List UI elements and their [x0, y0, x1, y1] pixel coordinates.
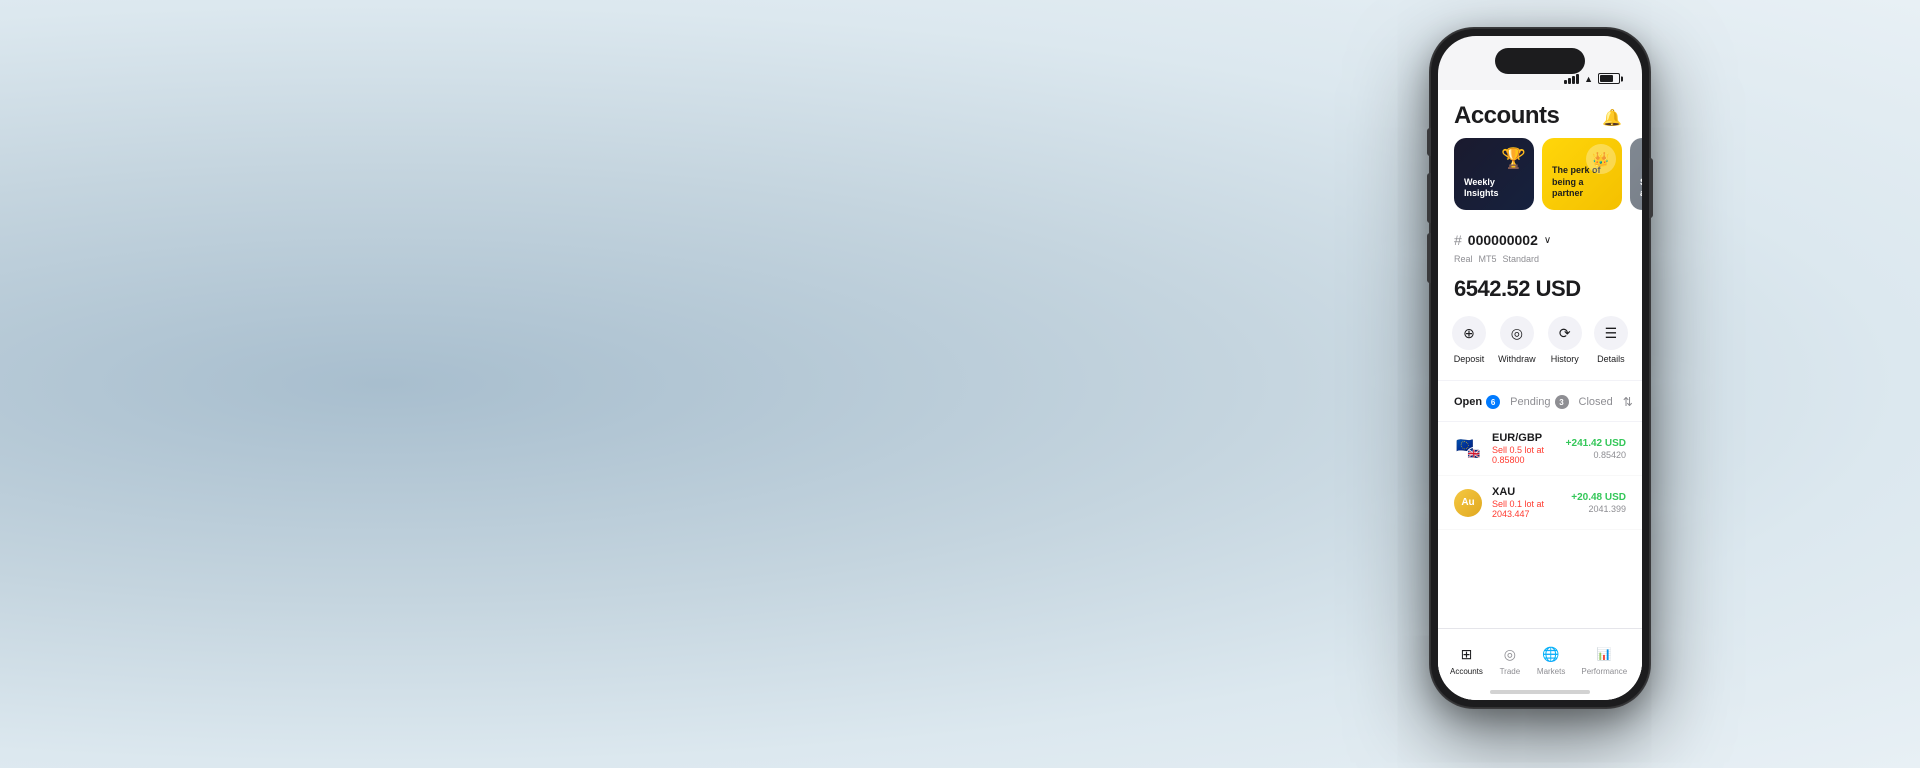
history-button[interactable]: ⟳ History: [1548, 316, 1582, 364]
trade-values-eurgbp: +241.42 USD 0.85420: [1566, 438, 1626, 460]
phone-screen: ▲ 🔔 Accounts: [1438, 36, 1642, 700]
history-icon: ⟳: [1548, 316, 1582, 350]
history-label: History: [1551, 354, 1579, 364]
mute-button: [1427, 128, 1431, 156]
promo-card-weekly[interactable]: 🏆 WeeklyInsights: [1454, 138, 1534, 210]
action-buttons-row: ⊕ Deposit ◎ Withdraw ⟳ History ☰: [1438, 316, 1642, 381]
trade-item-eurgbp[interactable]: 🇪🇺 🇬🇧 EUR/GBP Sell 0.5 lot at 0.85800 +2…: [1438, 422, 1642, 476]
trade-item-xau[interactable]: Au XAU Sell 0.1 lot at 2043.447 +20.48 U…: [1438, 476, 1642, 530]
nav-profile[interactable]: 👤 Profile: [1635, 639, 1642, 680]
trade-values-xau: +20.48 USD 2041.399: [1571, 492, 1626, 514]
trade-info-eurgbp: EUR/GBP Sell 0.5 lot at 0.85800: [1492, 432, 1556, 465]
accounts-nav-icon: ⊞: [1455, 643, 1477, 665]
balance-display: 6542.52 USD: [1438, 272, 1642, 316]
app-content: 🔔 Accounts 🏆 WeeklyInsights 👑 The perk o…: [1438, 90, 1642, 700]
partner-icon: 👑: [1586, 144, 1616, 174]
deposit-icon: ⊕: [1452, 316, 1486, 350]
promo-card-secure[interactable]: Secu...acco...: [1630, 138, 1642, 210]
tab-pending[interactable]: Pending 3: [1510, 391, 1578, 413]
trade-price-xau: 2041.399: [1571, 504, 1626, 514]
tab-pending-label: Pending: [1510, 396, 1550, 408]
trade-pnl-eurgbp: +241.42 USD: [1566, 438, 1626, 449]
bell-icon: 🔔: [1602, 108, 1622, 128]
nav-performance[interactable]: 📊 Performance: [1573, 639, 1635, 680]
withdraw-label: Withdraw: [1498, 354, 1536, 364]
withdraw-icon: ◎: [1500, 316, 1534, 350]
trade-info-xau: XAU Sell 0.1 lot at 2043.447: [1492, 486, 1561, 519]
markets-nav-label: Markets: [1537, 667, 1565, 676]
accounts-nav-label: Accounts: [1450, 667, 1483, 676]
account-tags: Real MT5 Standard: [1438, 252, 1642, 272]
withdraw-button[interactable]: ◎ Withdraw: [1498, 316, 1536, 364]
sort-icon[interactable]: ⇅: [1623, 395, 1633, 409]
trade-pnl-xau: +20.48 USD: [1571, 492, 1626, 503]
trade-nav-icon: ◎: [1499, 643, 1521, 665]
flag-gbp: 🇬🇧: [1466, 447, 1482, 463]
power-button: [1649, 158, 1653, 218]
dynamic-island: [1495, 48, 1585, 74]
weekly-icon: 🏆: [1501, 146, 1526, 171]
signal-icon: [1564, 74, 1579, 84]
details-label: Details: [1597, 354, 1625, 364]
wifi-icon: ▲: [1584, 74, 1593, 84]
phone-device: ▲ 🔔 Accounts: [1430, 28, 1650, 708]
account-selector[interactable]: # 000000002 ∨: [1438, 224, 1642, 252]
battery-icon: [1598, 73, 1620, 84]
account-tag-standard: Standard: [1503, 254, 1540, 264]
phone-hand-wrapper: ▲ 🔔 Accounts: [1120, 0, 1740, 768]
volume-down-button: [1427, 233, 1431, 283]
account-number: 000000002: [1468, 232, 1538, 248]
tab-pending-badge: 3: [1555, 395, 1569, 409]
tab-open[interactable]: Open 6: [1454, 391, 1510, 413]
deposit-label: Deposit: [1454, 354, 1485, 364]
trade-pair-eurgbp: EUR/GBP: [1492, 432, 1556, 444]
notification-bell[interactable]: 🔔: [1598, 104, 1626, 132]
nav-markets[interactable]: 🌐 Markets: [1529, 639, 1573, 680]
trades-tabs: Open 6 Pending 3 Closed ⇅: [1438, 381, 1642, 422]
tab-open-label: Open: [1454, 396, 1482, 408]
details-button[interactable]: ☰ Details: [1594, 316, 1628, 364]
trade-pair-xau: XAU: [1492, 486, 1561, 498]
nav-trade[interactable]: ◎ Trade: [1491, 639, 1529, 680]
tab-closed-label: Closed: [1579, 396, 1613, 408]
account-hash: #: [1454, 232, 1462, 248]
trade-detail-eurgbp: Sell 0.5 lot at 0.85800: [1492, 445, 1556, 465]
details-icon: ☰: [1594, 316, 1628, 350]
weekly-label: WeeklyInsights: [1464, 177, 1524, 200]
nav-accounts[interactable]: ⊞ Accounts: [1442, 639, 1491, 680]
promo-cards-row: 🏆 WeeklyInsights 👑 The perk ofbeing a pa…: [1438, 138, 1642, 224]
trade-detail-xau: Sell 0.1 lot at 2043.447: [1492, 499, 1561, 519]
account-tag-mt5: MT5: [1479, 254, 1497, 264]
trade-flag-eurgbp: 🇪🇺 🇬🇧: [1454, 435, 1482, 463]
trade-nav-label: Trade: [1500, 667, 1521, 676]
chevron-down-icon: ∨: [1544, 235, 1551, 246]
status-icons: ▲: [1564, 73, 1620, 84]
home-indicator: [1490, 690, 1590, 694]
markets-nav-icon: 🌐: [1540, 643, 1562, 665]
performance-nav-icon: 📊: [1593, 643, 1615, 665]
volume-up-button: [1427, 173, 1431, 223]
tab-open-badge: 6: [1486, 395, 1500, 409]
performance-nav-label: Performance: [1581, 667, 1627, 676]
promo-card-partner[interactable]: 👑 The perk ofbeing a partner: [1542, 138, 1622, 210]
secure-label: Secu...acco...: [1640, 177, 1642, 200]
account-tag-real: Real: [1454, 254, 1473, 264]
deposit-button[interactable]: ⊕ Deposit: [1452, 316, 1486, 364]
tab-closed[interactable]: Closed: [1579, 392, 1623, 412]
scene: ▲ 🔔 Accounts: [0, 0, 1920, 768]
trade-price-eurgbp: 0.85420: [1566, 450, 1626, 460]
trade-flag-xau: Au: [1454, 489, 1482, 517]
